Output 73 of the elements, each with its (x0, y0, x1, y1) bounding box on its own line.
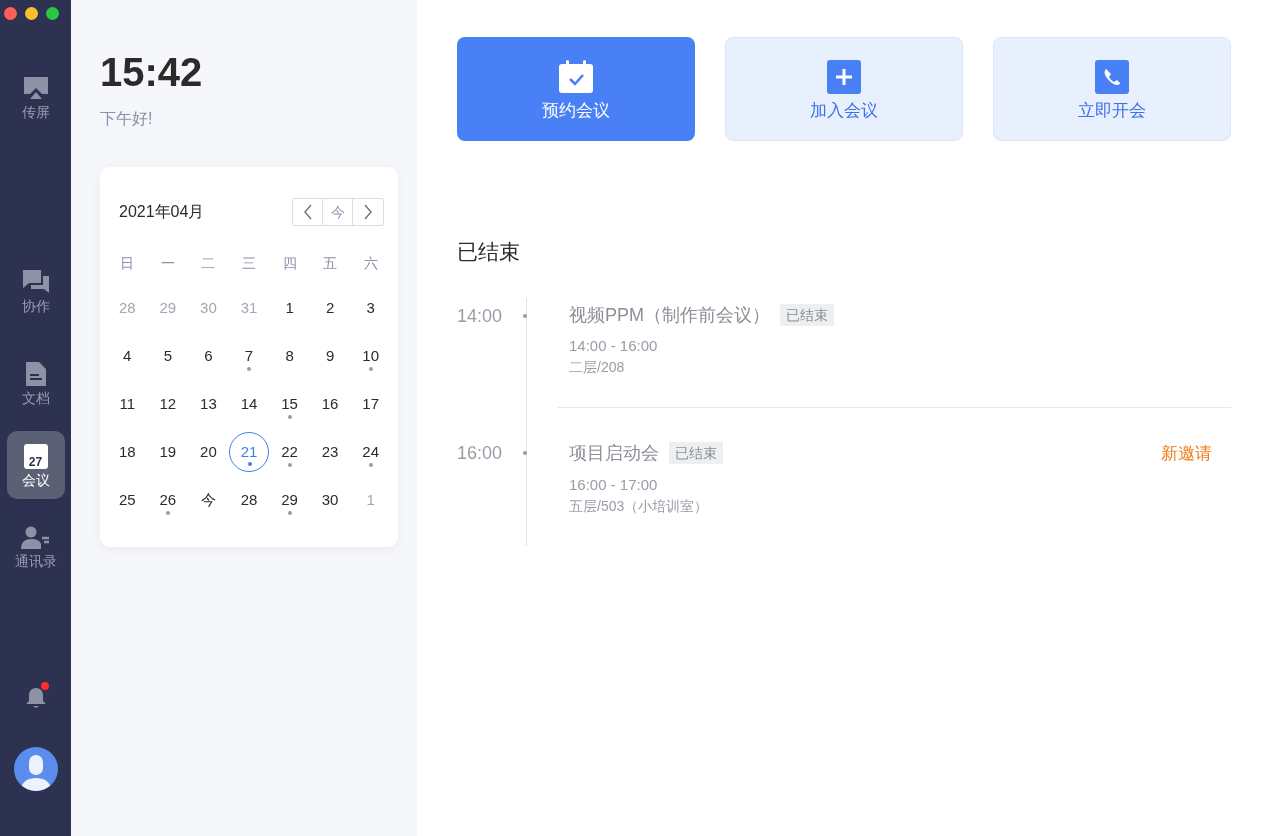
calendar-day[interactable]: 10 (350, 336, 391, 376)
sidebar-item[interactable]: 协作 (6, 257, 65, 325)
meeting-title: 视频PPM（制作前会议） (569, 303, 770, 327)
calendar-day[interactable]: 今 (188, 480, 229, 520)
calendar-day[interactable]: 14 (229, 384, 269, 424)
meeting-location: 五层/503（小培训室） (569, 497, 709, 516)
calendar-check-icon (558, 59, 594, 94)
calendar-day[interactable]: 19 (147, 432, 188, 472)
plus-icon (827, 59, 861, 94)
weekday-label: 四 (282, 254, 297, 273)
action-button[interactable]: 预约会议 (457, 37, 695, 141)
meeting-location: 二层/208 (569, 357, 625, 377)
screen-share-icon (22, 75, 49, 101)
meeting-time: 14:00 (457, 304, 504, 328)
sidebar-item[interactable]: 通讯录 (6, 513, 65, 581)
calendar-day[interactable]: 3 (350, 288, 391, 328)
meeting-time-range: 14:00 - 16:00 (569, 335, 658, 356)
action-button[interactable]: 加入会议 (725, 37, 963, 141)
weekday-label: 日 (120, 254, 135, 273)
chevron-left-icon (302, 204, 313, 220)
calendar-day[interactable]: 9 (310, 336, 351, 376)
calendar-icon: 27 (23, 443, 48, 469)
calendar-day[interactable]: 12 (147, 384, 188, 424)
meeting-time: 16:00 (457, 441, 504, 465)
calendar-day[interactable]: 6 (188, 336, 229, 376)
close-button[interactable] (4, 7, 17, 20)
meeting-time-range: 16:00 - 17:00 (569, 475, 658, 495)
calendar-day[interactable]: 23 (310, 432, 351, 472)
calendar-day[interactable]: 4 (107, 336, 148, 376)
calendar-day[interactable]: 8 (269, 336, 310, 376)
section-title: 已结束 (457, 239, 520, 265)
calendar-day[interactable]: 11 (107, 384, 148, 424)
status-tag: 已结束 (669, 442, 723, 465)
minimize-button[interactable] (25, 7, 38, 20)
weekday-label: 三 (242, 254, 256, 273)
calendar-day[interactable]: 18 (107, 432, 148, 472)
sidebar-item[interactable]: 文档 (6, 349, 65, 417)
status-tag: 已结束 (780, 303, 834, 326)
calendar-day[interactable]: 15 (269, 384, 310, 424)
weekday-label: 五 (323, 254, 338, 273)
zoom-button[interactable] (46, 7, 59, 20)
calendar-day[interactable]: 29 (269, 480, 310, 520)
calendar-day[interactable]: 2 (310, 288, 351, 328)
calendar-day[interactable]: 1 (269, 288, 310, 328)
weekday-label: 一 (160, 254, 175, 273)
calendar-day[interactable]: 13 (188, 384, 229, 424)
phone-icon (1095, 59, 1129, 94)
contacts-icon (20, 526, 51, 550)
chevron-right-icon (363, 204, 373, 220)
weekday-label: 二 (201, 254, 216, 273)
calendar-day[interactable]: 26 (147, 480, 188, 520)
calendar-day[interactable]: 28 (229, 480, 269, 520)
calendar-month: 2021年04月 (119, 202, 205, 222)
calendar-day[interactable]: 22 (269, 432, 310, 472)
calendar-day[interactable]: 30 (310, 480, 351, 520)
calendar-day[interactable]: 16 (310, 384, 351, 424)
document-icon (24, 361, 47, 387)
avatar[interactable] (13, 747, 58, 791)
chat-bubbles-icon (21, 269, 50, 295)
calendar-day[interactable]: 7 (229, 336, 269, 376)
clock-time: 15:42 (100, 50, 203, 94)
bell-shape-icon (24, 685, 47, 709)
calendar-day[interactable]: 5 (147, 336, 188, 376)
calendar-day[interactable]: 17 (350, 384, 391, 424)
calendar-day[interactable]: 25 (107, 480, 148, 520)
calendar-day[interactable]: 20 (188, 432, 229, 472)
greeting-text: 下午好! (100, 109, 153, 129)
sidebar-item[interactable]: 传屏 (6, 63, 65, 131)
meeting-title: 项目启动会 (569, 442, 659, 466)
weekday-label: 六 (363, 254, 378, 273)
action-button[interactable]: 立即开会 (993, 37, 1231, 141)
sidebar-item[interactable]: 27 会议 (6, 431, 65, 499)
calendar-day[interactable]: 24 (350, 432, 391, 472)
